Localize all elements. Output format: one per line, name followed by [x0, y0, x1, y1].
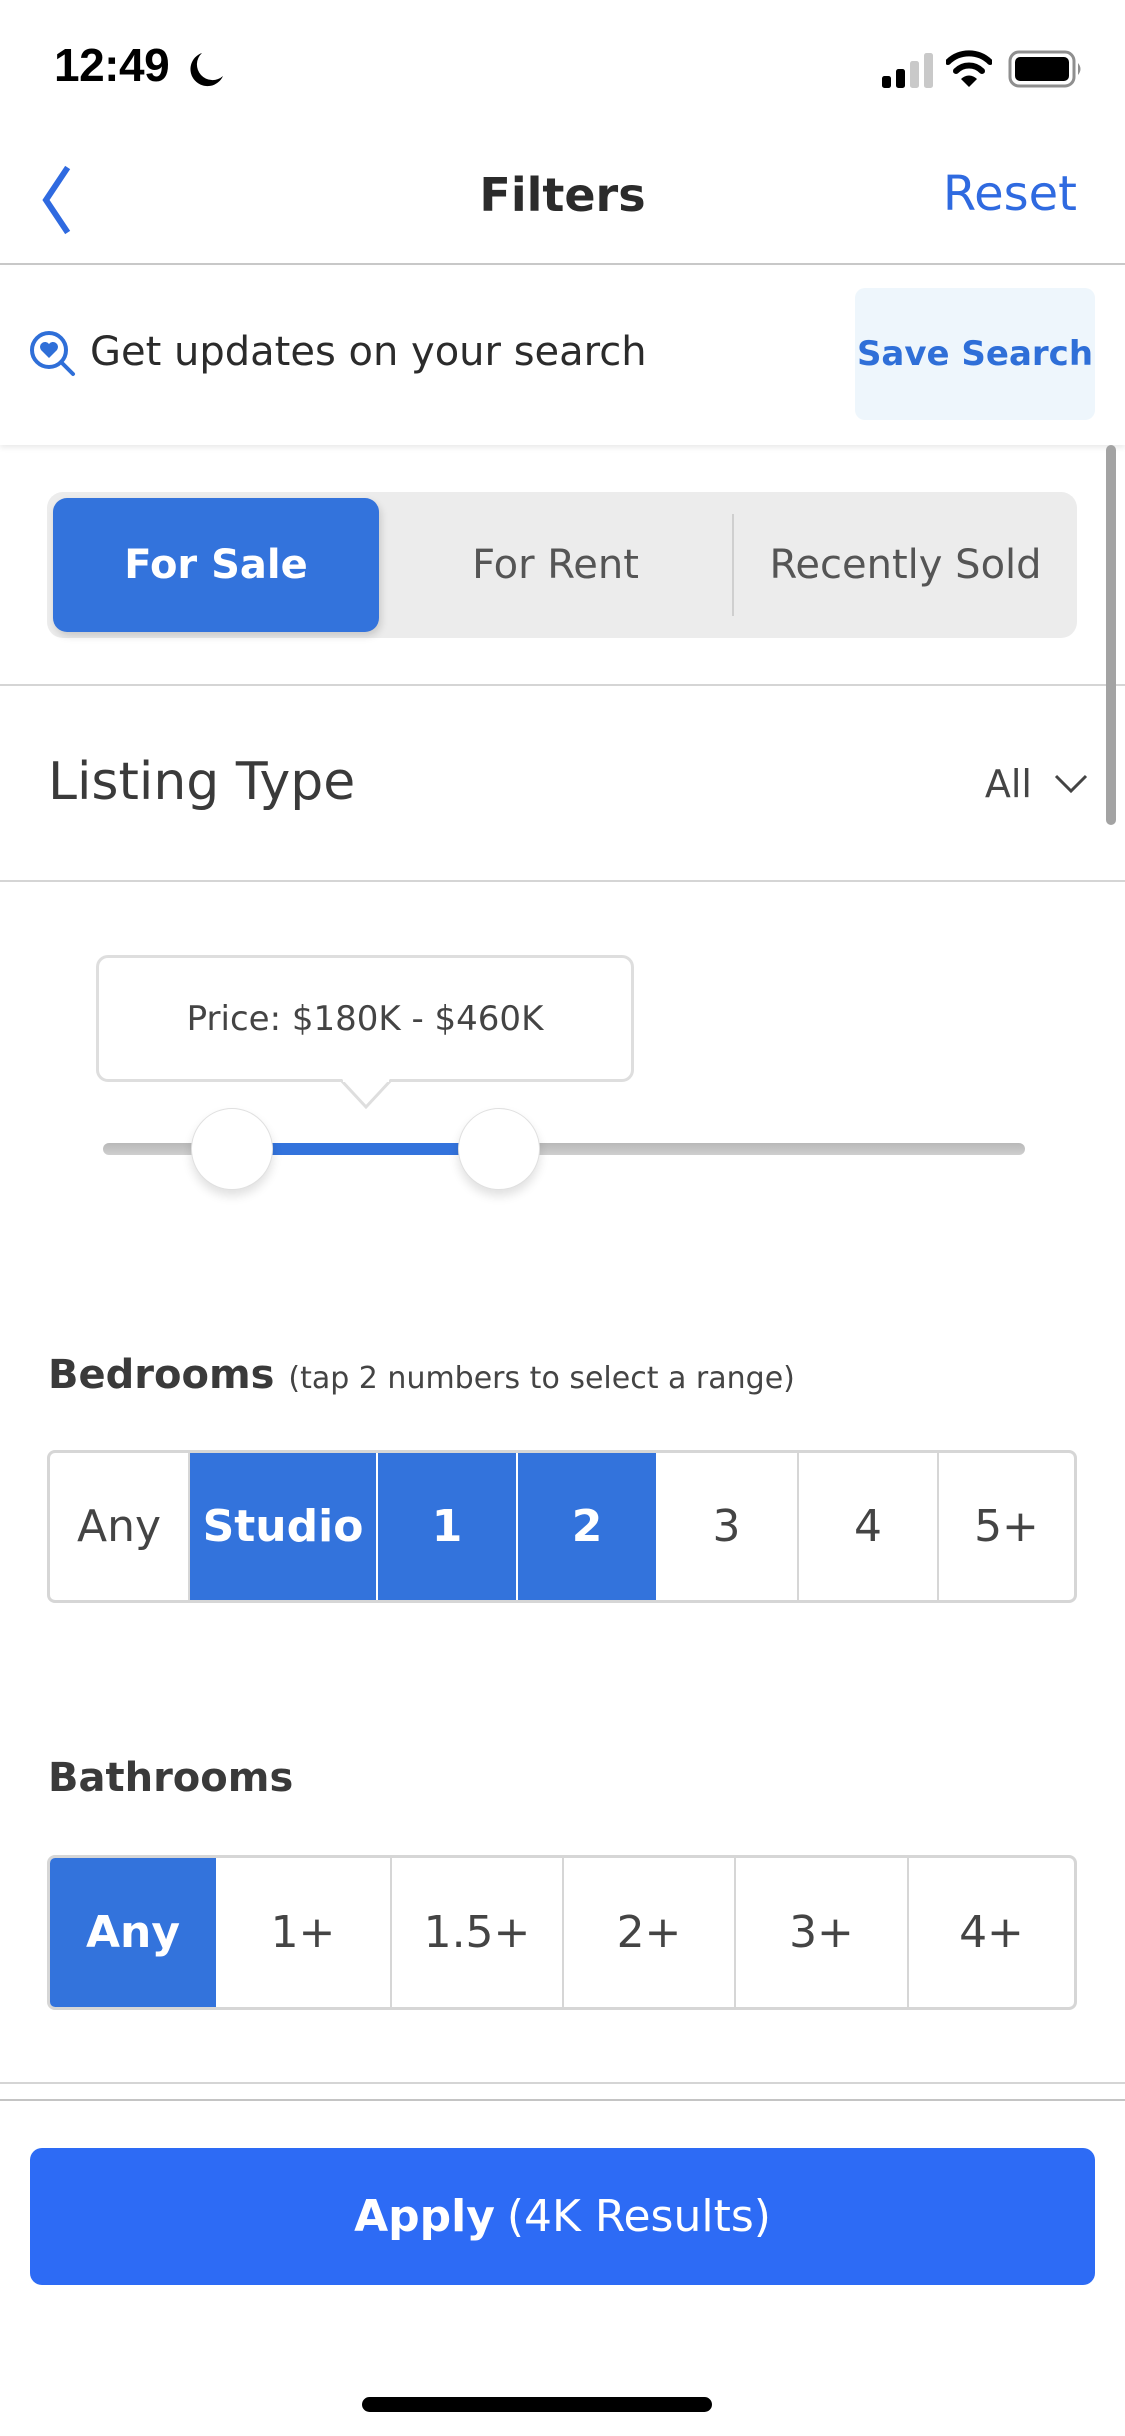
listing-type-value: All — [984, 762, 1032, 806]
divider — [0, 2082, 1125, 2084]
tooltip-arrow — [340, 1079, 392, 1109]
price-slider-max-thumb[interactable] — [458, 1108, 541, 1190]
bathroom-option-1-plus[interactable]: 1+ — [216, 1858, 390, 2007]
divider — [0, 880, 1125, 882]
bedroom-option-2[interactable]: 2 — [516, 1453, 656, 1600]
signal-bar-2 — [896, 69, 905, 88]
save-search-button[interactable]: Save Search — [855, 288, 1095, 420]
tab-for-rent[interactable]: For Rent — [379, 492, 732, 638]
bedroom-option-5-plus[interactable]: 5+ — [937, 1453, 1074, 1600]
bedroom-option-3[interactable]: 3 — [656, 1453, 797, 1600]
tab-for-sale[interactable]: For Sale — [53, 498, 379, 632]
bedrooms-selector: Any Studio 1 2 3 4 5+ — [47, 1450, 1077, 1603]
bathroom-option-4-plus[interactable]: 4+ — [907, 1858, 1074, 2007]
bedrooms-label: Bedrooms (tap 2 numbers to select a rang… — [48, 1352, 795, 1398]
bedroom-option-studio[interactable]: Studio — [188, 1453, 376, 1600]
tab-recently-sold[interactable]: Recently Sold — [734, 492, 1077, 638]
apply-button[interactable]: Apply (4K Results) — [30, 2148, 1095, 2285]
chevron-left-icon — [42, 165, 71, 235]
signal-bar-4 — [924, 53, 933, 88]
bedrooms-hint: (tap 2 numbers to select a range) — [288, 1361, 795, 1396]
listing-type-dropdown[interactable]: Listing Type All — [0, 686, 1100, 880]
price-slider-min-thumb[interactable] — [191, 1108, 274, 1190]
footer-divider — [0, 2099, 1125, 2101]
bathroom-option-1-5-plus[interactable]: 1.5+ — [390, 1858, 562, 2007]
wifi-icon — [946, 50, 992, 87]
apply-result-count: (4K Results) — [506, 2191, 771, 2242]
status-time: 12:49 — [54, 39, 170, 91]
home-indicator[interactable] — [362, 2397, 712, 2412]
apply-label: Apply — [354, 2191, 495, 2242]
bathroom-option-2-plus[interactable]: 2+ — [562, 1858, 734, 2007]
moon-icon — [190, 53, 223, 87]
price-range-tooltip: Price: $180K - $460K — [96, 955, 634, 1082]
listing-type-label: Listing Type — [48, 752, 356, 812]
status-bar: 12:49 — [0, 0, 1125, 130]
save-search-text: Get updates on your search — [90, 329, 647, 375]
listing-status-segmented-control: For Sale For Rent Recently Sold — [47, 492, 1077, 638]
bathrooms-label: Bathrooms — [48, 1755, 294, 1801]
bedroom-option-1[interactable]: 1 — [376, 1453, 516, 1600]
back-button[interactable] — [30, 160, 100, 240]
bedrooms-title: Bedrooms — [48, 1352, 275, 1398]
signal-bar-3 — [910, 61, 919, 88]
signal-bar-1 — [882, 76, 891, 88]
bedroom-option-any[interactable]: Any — [50, 1453, 188, 1600]
price-range-label: Price: $180K - $460K — [186, 998, 544, 1039]
chevron-down-icon — [1054, 774, 1088, 794]
bathroom-option-any[interactable]: Any — [50, 1858, 216, 2007]
cellular-signal-icon — [882, 53, 933, 88]
bathrooms-selector: Any 1+ 1.5+ 2+ 3+ 4+ — [47, 1855, 1077, 2010]
bathroom-option-3-plus[interactable]: 3+ — [734, 1858, 907, 2007]
bedroom-option-4[interactable]: 4 — [797, 1453, 937, 1600]
scrollbar[interactable] — [1106, 445, 1116, 825]
nav-bar: Filters Reset — [0, 130, 1125, 265]
reset-button[interactable]: Reset — [943, 166, 1077, 222]
battery-icon — [1008, 50, 1081, 88]
heart-search-icon — [30, 331, 75, 376]
save-search-banner: Get updates on your search Save Search — [0, 267, 1125, 445]
